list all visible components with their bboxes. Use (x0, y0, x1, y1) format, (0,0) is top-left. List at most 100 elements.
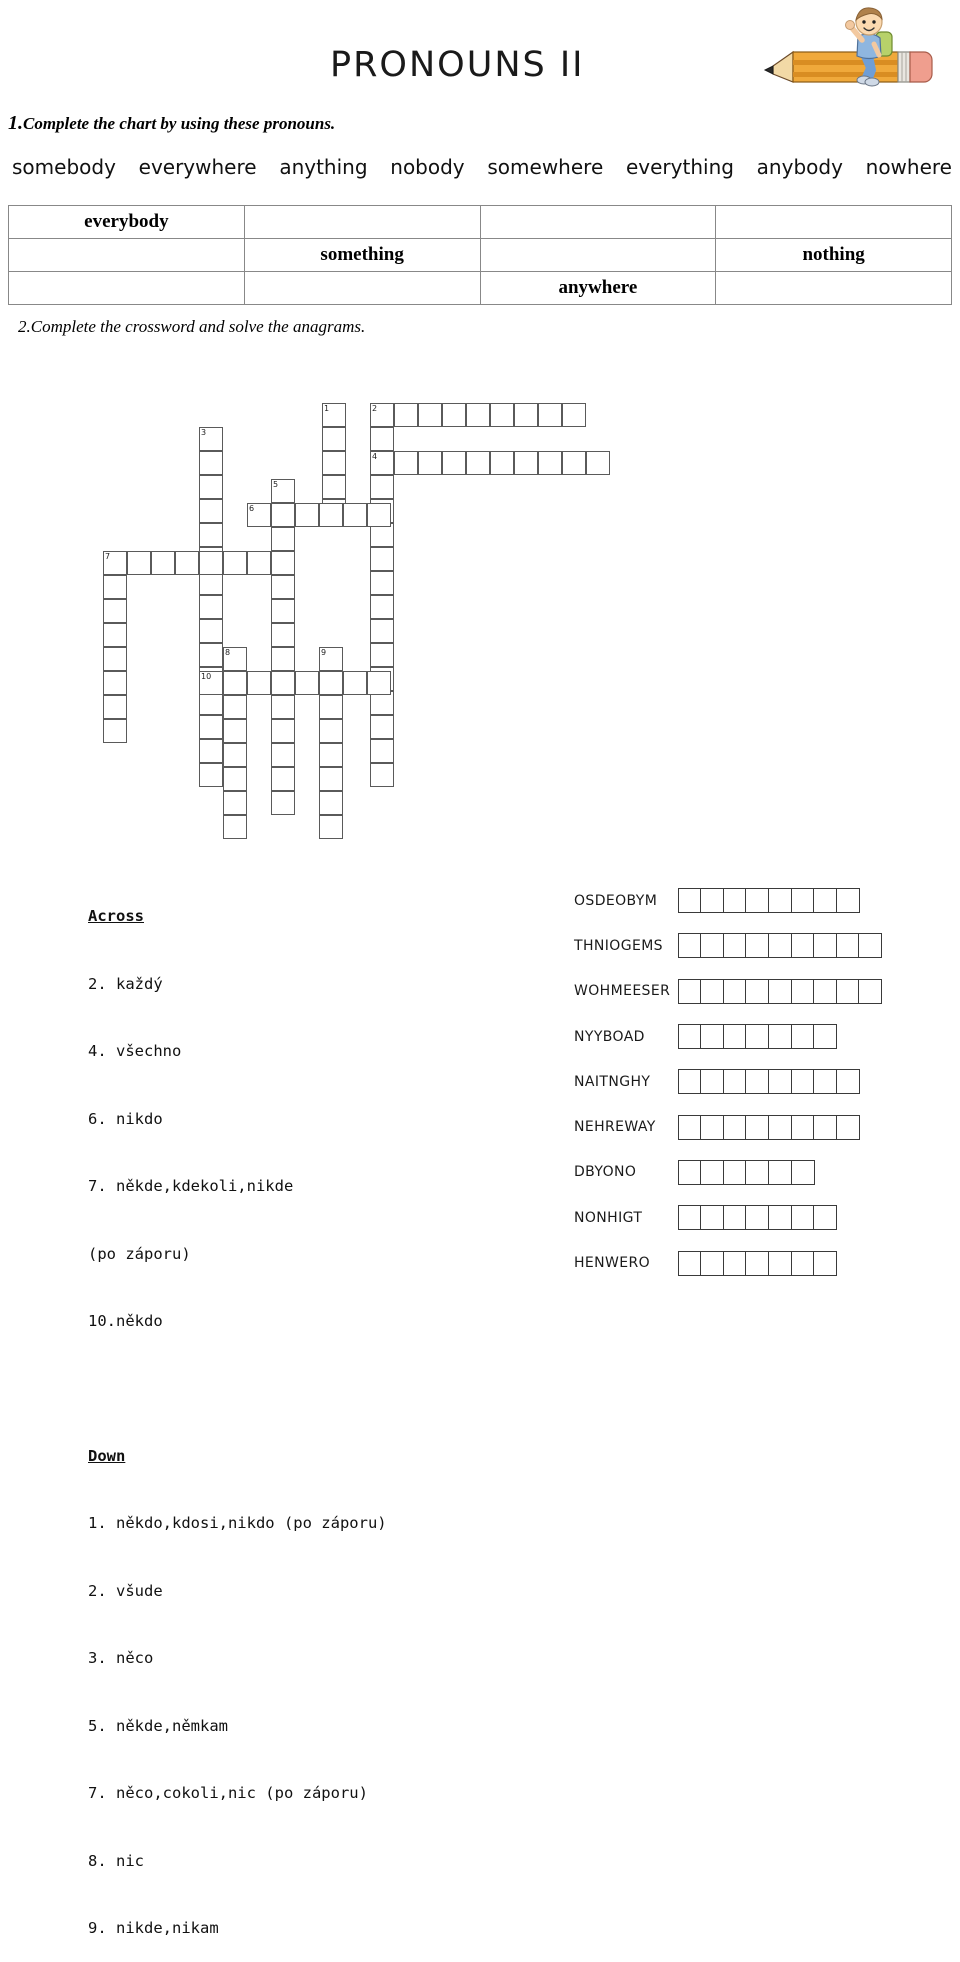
crossword-cell[interactable] (319, 671, 343, 695)
anagram-letter-box[interactable] (790, 1114, 815, 1140)
anagram-letter-box[interactable] (700, 1024, 725, 1050)
anagram-letter-box[interactable] (700, 933, 725, 959)
crossword-cell[interactable] (295, 671, 319, 695)
crossword-cell[interactable] (319, 767, 343, 791)
chart-cell[interactable] (243, 271, 481, 305)
anagram-letter-box[interactable] (677, 1114, 702, 1140)
anagram-letter-box[interactable] (768, 1069, 793, 1095)
crossword-cell[interactable] (370, 595, 394, 619)
crossword-cell[interactable] (466, 451, 490, 475)
crossword-cell[interactable] (103, 719, 127, 743)
crossword-cell[interactable] (271, 743, 295, 767)
crossword-cell[interactable] (199, 619, 223, 643)
crossword-cell[interactable] (223, 551, 247, 575)
crossword-cell[interactable] (322, 475, 346, 499)
anagram-letter-box[interactable] (813, 1069, 838, 1095)
crossword-cell[interactable] (271, 527, 295, 551)
crossword-cell[interactable] (319, 719, 343, 743)
crossword-cell[interactable] (367, 503, 391, 527)
crossword-cell[interactable] (370, 643, 394, 667)
anagram-letter-box[interactable] (722, 933, 747, 959)
anagram-letter-box[interactable] (790, 933, 815, 959)
anagram-letter-box[interactable] (858, 978, 883, 1004)
anagram-letter-box[interactable] (677, 1159, 702, 1185)
anagram-letter-box[interactable] (722, 1205, 747, 1231)
anagram-letter-box[interactable] (813, 888, 838, 914)
crossword-cell[interactable] (271, 575, 295, 599)
crossword-cell[interactable] (490, 403, 514, 427)
crossword-cell[interactable] (103, 671, 127, 695)
anagram-letter-box[interactable] (700, 978, 725, 1004)
crossword-cell[interactable] (271, 767, 295, 791)
crossword-cell[interactable]: 1 (322, 403, 346, 427)
crossword-cell[interactable] (370, 427, 394, 451)
anagram-letter-box[interactable] (745, 888, 770, 914)
crossword-cell[interactable] (514, 451, 538, 475)
anagram-letter-box[interactable] (677, 1069, 702, 1095)
anagram-letter-box[interactable] (700, 1069, 725, 1095)
anagram-letter-box[interactable] (790, 1205, 815, 1231)
chart-cell[interactable] (479, 238, 717, 272)
crossword-cell[interactable] (442, 451, 466, 475)
anagram-letter-box[interactable] (835, 933, 860, 959)
anagram-letter-box[interactable] (677, 933, 702, 959)
crossword-cell[interactable] (319, 815, 343, 839)
crossword-cell[interactable] (271, 791, 295, 815)
crossword-cell[interactable]: 7 (103, 551, 127, 575)
anagram-letter-box[interactable] (813, 1024, 838, 1050)
crossword-cell[interactable] (322, 427, 346, 451)
anagram-letter-box[interactable] (790, 888, 815, 914)
anagram-letter-box[interactable] (677, 1024, 702, 1050)
anagram-letter-box[interactable] (700, 888, 725, 914)
crossword-cell[interactable] (271, 671, 295, 695)
anagram-letter-box[interactable] (700, 1205, 725, 1231)
crossword-cell[interactable] (418, 451, 442, 475)
crossword-cell[interactable] (343, 503, 367, 527)
crossword-cell[interactable] (199, 451, 223, 475)
anagram-letter-box[interactable] (677, 1205, 702, 1231)
anagram-letter-box[interactable] (768, 1024, 793, 1050)
anagram-letter-box[interactable] (790, 1159, 815, 1185)
anagram-letter-box[interactable] (722, 1069, 747, 1095)
crossword-cell[interactable] (271, 647, 295, 671)
anagram-letter-box[interactable] (745, 978, 770, 1004)
anagram-letter-box[interactable] (835, 1114, 860, 1140)
chart-cell[interactable] (479, 205, 717, 239)
crossword-cell[interactable] (223, 791, 247, 815)
crossword-cell[interactable] (223, 743, 247, 767)
crossword-cell[interactable] (319, 791, 343, 815)
chart-cell[interactable] (715, 271, 952, 305)
anagram-letter-box[interactable] (790, 978, 815, 1004)
crossword-cell[interactable] (322, 451, 346, 475)
crossword-cell[interactable] (466, 403, 490, 427)
anagram-letter-box[interactable] (677, 978, 702, 1004)
chart-cell[interactable]: anywhere (479, 271, 717, 305)
crossword-cell[interactable] (223, 719, 247, 743)
anagram-letter-box[interactable] (745, 1069, 770, 1095)
anagram-letter-box[interactable] (835, 1069, 860, 1095)
crossword-cell[interactable] (103, 599, 127, 623)
anagram-letter-box[interactable] (745, 1114, 770, 1140)
crossword-cell[interactable]: 5 (271, 479, 295, 503)
anagram-letter-box[interactable] (813, 1205, 838, 1231)
anagram-letter-box[interactable] (813, 933, 838, 959)
crossword-cell[interactable] (247, 671, 271, 695)
crossword-cell[interactable]: 10 (199, 671, 223, 695)
anagram-letter-box[interactable] (768, 978, 793, 1004)
crossword-cell[interactable] (319, 695, 343, 719)
crossword-cell[interactable] (103, 623, 127, 647)
anagram-letter-box[interactable] (745, 1205, 770, 1231)
anagram-letter-box[interactable] (813, 1114, 838, 1140)
anagram-letter-box[interactable] (722, 888, 747, 914)
anagram-letter-box[interactable] (700, 1114, 725, 1140)
crossword-cell[interactable]: 4 (370, 451, 394, 475)
crossword-cell[interactable] (490, 451, 514, 475)
crossword-cell[interactable] (103, 575, 127, 599)
anagram-letter-box[interactable] (768, 1159, 793, 1185)
crossword-cell[interactable] (514, 403, 538, 427)
crossword-cell[interactable] (199, 739, 223, 763)
anagram-letter-box[interactable] (677, 888, 702, 914)
crossword-cell[interactable] (199, 643, 223, 667)
crossword-cell[interactable] (271, 503, 295, 527)
anagram-letter-box[interactable] (813, 978, 838, 1004)
